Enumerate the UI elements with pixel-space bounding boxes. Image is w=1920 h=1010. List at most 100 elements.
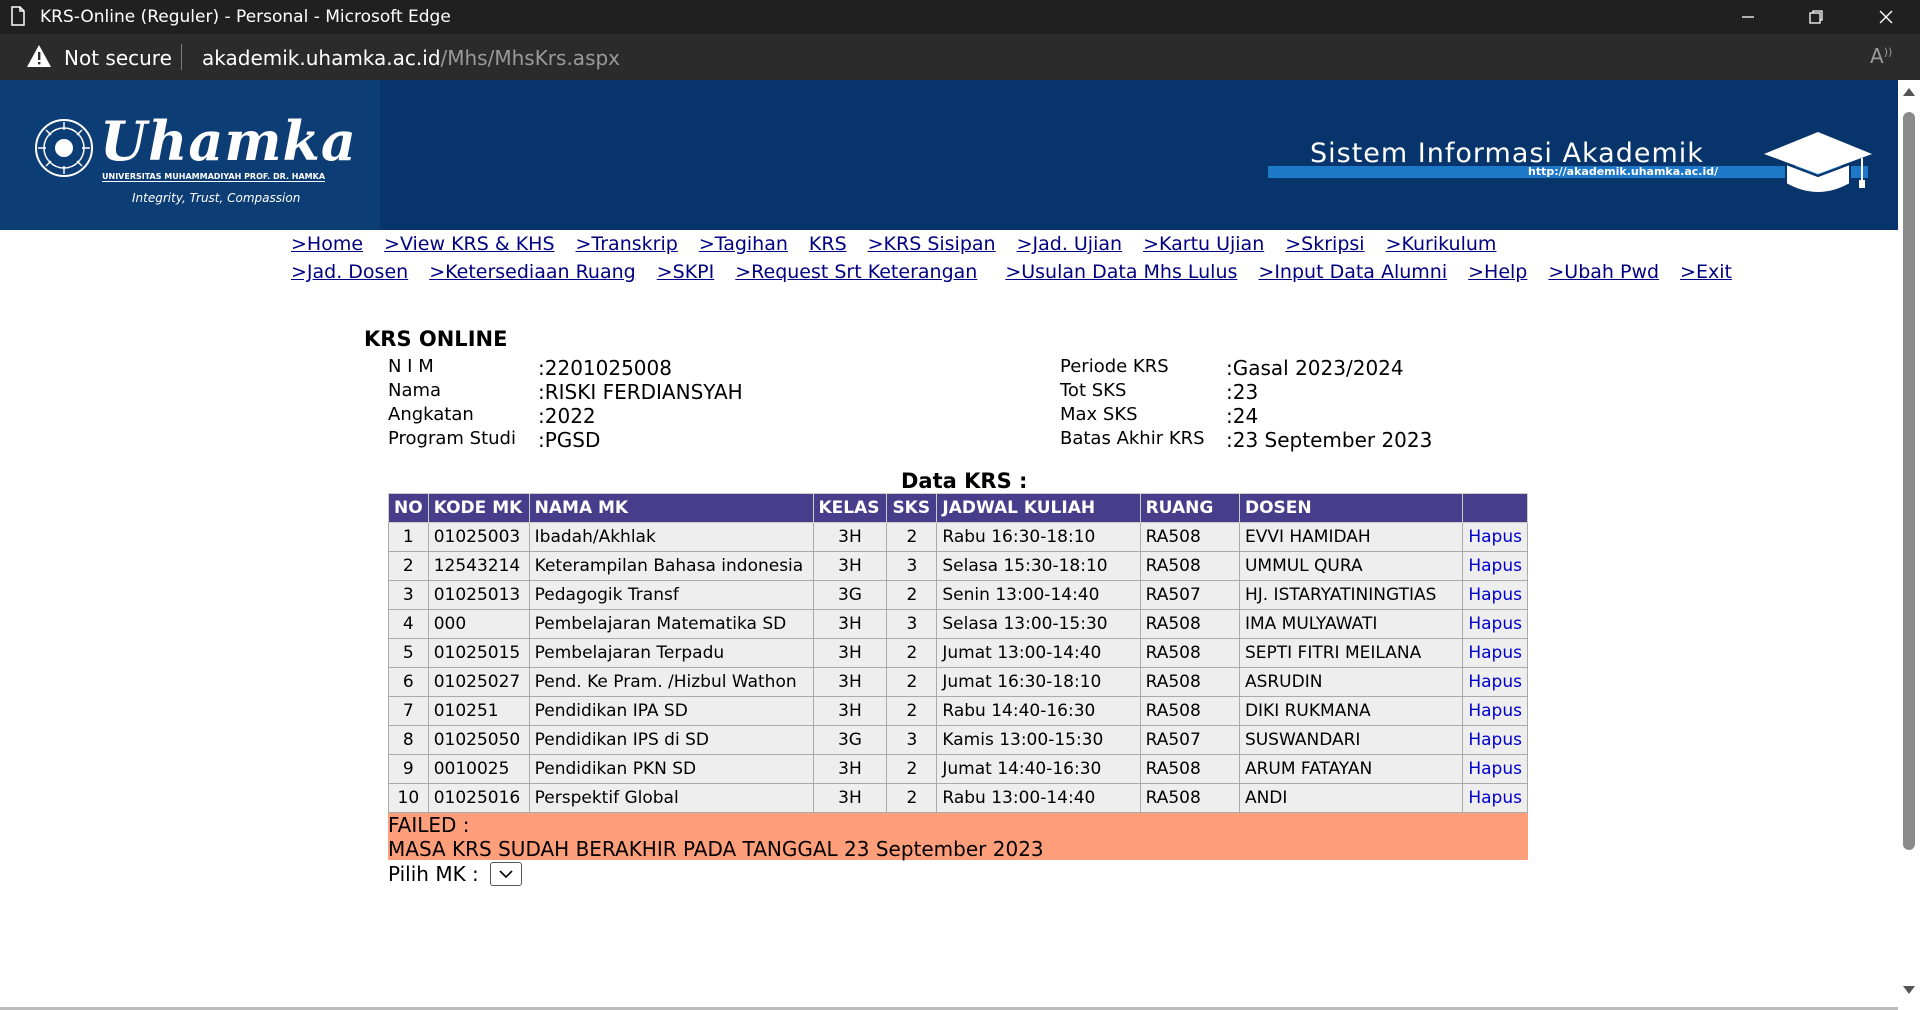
nav-jad-dosen[interactable]: >Jad. Dosen bbox=[291, 261, 408, 283]
nav-skpi[interactable]: >SKPI bbox=[657, 261, 715, 283]
chevron-down-icon bbox=[499, 870, 513, 879]
hapus-link[interactable]: Hapus bbox=[1468, 643, 1522, 663]
tot-sks-label: Tot SKS bbox=[1060, 380, 1127, 401]
col-header-sks: SKS bbox=[886, 493, 938, 523]
cell-kode-mk: 010251 bbox=[427, 696, 530, 726]
cell-sks: 2 bbox=[886, 522, 938, 552]
cell-action: Hapus bbox=[1462, 638, 1528, 668]
hapus-link[interactable]: Hapus bbox=[1468, 701, 1522, 721]
window-title: KRS-Online (Reguler) - Personal - Micros… bbox=[40, 7, 451, 27]
nav-ubah-pwd[interactable]: >Ubah Pwd bbox=[1548, 261, 1659, 283]
nim-value: :2201025008 bbox=[538, 356, 672, 380]
batas-akhir-label: Batas Akhir KRS bbox=[1060, 428, 1205, 449]
nav-request-srt-keterangan[interactable]: >Request Srt Keterangan bbox=[735, 261, 977, 283]
cell-kode-mk: 12543214 bbox=[427, 551, 530, 581]
error-message-box: FAILED : MASA KRS SUDAH BERAKHIR PADA TA… bbox=[388, 813, 1528, 861]
batas-akhir-value: :23 September 2023 bbox=[1226, 428, 1433, 452]
scrollbar-thumb[interactable] bbox=[1903, 112, 1915, 850]
col-header-dosen: DOSEN bbox=[1238, 493, 1464, 523]
nav-exit[interactable]: >Exit bbox=[1680, 261, 1732, 283]
nav-kurikulum[interactable]: >Kurikulum bbox=[1386, 233, 1497, 255]
hapus-link[interactable]: Hapus bbox=[1468, 527, 1522, 547]
hapus-link[interactable]: Hapus bbox=[1468, 788, 1522, 808]
nav-krs[interactable]: KRS bbox=[809, 233, 847, 255]
error-text: MASA KRS SUDAH BERAKHIR PADA TANGGAL 23 … bbox=[388, 837, 1044, 861]
address-bar[interactable]: Not secure akademik.uhamka.ac.id/Mhs/Mhs… bbox=[0, 34, 1920, 80]
nav-skripsi[interactable]: >Skripsi bbox=[1285, 233, 1364, 255]
security-status[interactable]: Not secure bbox=[64, 46, 172, 70]
nav-jad-ujian[interactable]: >Jad. Ujian bbox=[1017, 233, 1122, 255]
hapus-link[interactable]: Hapus bbox=[1468, 614, 1522, 634]
cell-nama-mk: Pembelajaran Matematika SD bbox=[528, 609, 814, 639]
nav-ketersediaan-ruang[interactable]: >Ketersediaan Ruang bbox=[429, 261, 636, 283]
hapus-link[interactable]: Hapus bbox=[1468, 672, 1522, 692]
read-aloud-icon[interactable]: A)) bbox=[1870, 44, 1892, 68]
site-banner: Uhamka UNIVERSITAS MUHAMMADIYAH PROF. DR… bbox=[0, 80, 1898, 230]
nav-kartu-ujian[interactable]: >Kartu Ujian bbox=[1143, 233, 1264, 255]
cell-nama-mk: Ibadah/Akhlak bbox=[528, 522, 814, 552]
cell-dosen: EVVI HAMIDAH bbox=[1238, 522, 1464, 552]
cell-dosen: ARUM FATAYAN bbox=[1238, 754, 1464, 784]
cell-action: Hapus bbox=[1462, 551, 1528, 581]
nav-krs-sisipan[interactable]: >KRS Sisipan bbox=[868, 233, 996, 255]
pilih-mk-label: Pilih MK : bbox=[388, 862, 479, 886]
close-button[interactable] bbox=[1852, 0, 1920, 34]
pilih-mk-select[interactable] bbox=[490, 862, 522, 886]
table-row: 10 01025016 Perspektif Global 3H 2 Rabu … bbox=[388, 783, 1528, 813]
hapus-link[interactable]: Hapus bbox=[1468, 759, 1522, 779]
hapus-link[interactable]: Hapus bbox=[1468, 556, 1522, 576]
main-nav-row-2: >Jad. Dosen >Ketersediaan Ruang >SKPI >Requ… bbox=[291, 261, 1753, 283]
brand-motto: Integrity, Trust, Compassion bbox=[132, 191, 301, 205]
nim-label: N I M bbox=[388, 356, 434, 377]
cell-kelas: 3G bbox=[812, 725, 888, 755]
cell-ruang: RA508 bbox=[1139, 754, 1240, 784]
table-row: 7 010251 Pendidikan IPA SD 3H 2 Rabu 14:… bbox=[388, 696, 1528, 726]
nav-view-krs-khs[interactable]: >View KRS & KHS bbox=[384, 233, 554, 255]
table-row: 1 01025003 Ibadah/Akhlak 3H 2 Rabu 16:30… bbox=[388, 522, 1528, 552]
cell-jadwal: Selasa 15:30-18:10 bbox=[936, 551, 1141, 581]
warning-icon[interactable] bbox=[26, 44, 52, 68]
nama-label: Nama bbox=[388, 380, 442, 401]
col-header-nama-mk: NAMA MK bbox=[528, 493, 814, 523]
cell-action: Hapus bbox=[1462, 696, 1528, 726]
nav-home[interactable]: >Home bbox=[291, 233, 363, 255]
cell-kode-mk: 01025003 bbox=[427, 522, 530, 552]
cell-kode-mk: 01025027 bbox=[427, 667, 530, 697]
cell-no: 10 bbox=[388, 783, 429, 813]
cell-jadwal: Jumat 13:00-14:40 bbox=[936, 638, 1141, 668]
cell-jadwal: Rabu 14:40-16:30 bbox=[936, 696, 1141, 726]
hapus-link[interactable]: Hapus bbox=[1468, 730, 1522, 750]
cell-dosen: DIKI RUKMANA bbox=[1238, 696, 1464, 726]
error-status: FAILED : bbox=[388, 813, 470, 837]
minimize-button[interactable] bbox=[1714, 0, 1782, 34]
nav-transkrip[interactable]: >Transkrip bbox=[576, 233, 678, 255]
minimize-icon bbox=[1742, 16, 1754, 18]
cell-kelas: 3H bbox=[812, 783, 888, 813]
cell-kode-mk: 01025013 bbox=[427, 580, 530, 610]
cell-sks: 2 bbox=[886, 783, 938, 813]
periode-krs-label: Periode KRS bbox=[1060, 356, 1169, 377]
nav-tagihan[interactable]: >Tagihan bbox=[699, 233, 788, 255]
table-row: 5 01025015 Pembelajaran Terpadu 3H 2 Jum… bbox=[388, 638, 1528, 668]
cell-nama-mk: Pendidikan IPS di SD bbox=[528, 725, 814, 755]
scroll-up-icon[interactable] bbox=[1903, 88, 1915, 96]
nav-input-data-alumni[interactable]: >Input Data Alumni bbox=[1258, 261, 1447, 283]
nav-usulan-data-mhs-lulus[interactable]: >Usulan Data Mhs Lulus bbox=[1005, 261, 1237, 283]
nav-help[interactable]: >Help bbox=[1468, 261, 1527, 283]
cell-no: 4 bbox=[388, 609, 429, 639]
cell-ruang: RA508 bbox=[1139, 696, 1240, 726]
url-field[interactable]: akademik.uhamka.ac.id/Mhs/MhsKrs.aspx bbox=[202, 46, 620, 70]
cell-ruang: RA508 bbox=[1139, 609, 1240, 639]
hapus-link[interactable]: Hapus bbox=[1468, 585, 1522, 605]
cell-kode-mk: 01025016 bbox=[427, 783, 530, 813]
col-header-jadwal: JADWAL KULIAH bbox=[936, 493, 1141, 523]
scroll-down-icon[interactable] bbox=[1903, 986, 1915, 994]
cell-ruang: RA508 bbox=[1139, 551, 1240, 581]
table-row: 4 000 Pembelajaran Matematika SD 3H 3 Se… bbox=[388, 609, 1528, 639]
cell-dosen: ASRUDIN bbox=[1238, 667, 1464, 697]
col-header-no: NO bbox=[388, 493, 429, 523]
brand-logo: Uhamka bbox=[100, 109, 357, 173]
url-path: /Mhs/MhsKrs.aspx bbox=[440, 46, 621, 70]
max-sks-label: Max SKS bbox=[1060, 404, 1138, 425]
restore-button[interactable] bbox=[1782, 0, 1850, 34]
